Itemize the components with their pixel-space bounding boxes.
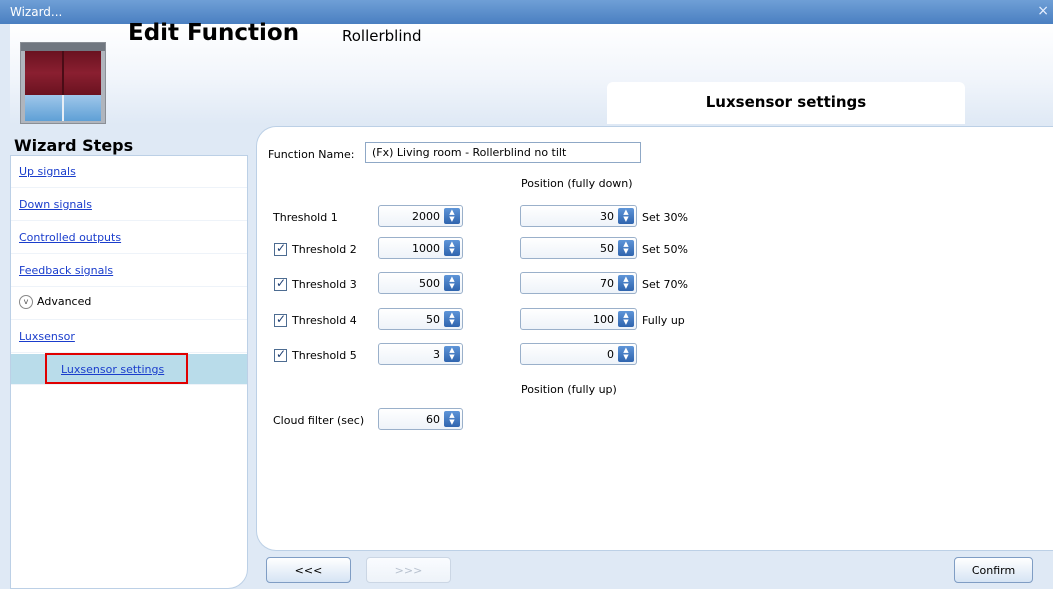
stepper-value: 100 [593,313,614,326]
stepper-value: 70 [600,277,614,290]
step-link[interactable]: Up signals [19,165,76,178]
position-1-stepper[interactable]: 30 ▲ ▼ [520,205,637,227]
step-up-signals[interactable]: Up signals [11,156,247,188]
spin-arrows-icon[interactable]: ▲ ▼ [618,240,634,256]
stepper-value: 50 [426,313,440,326]
spin-arrows-icon[interactable]: ▲ ▼ [444,208,460,224]
threshold-1-stepper[interactable]: 2000 ▲ ▼ [378,205,463,227]
step-luxsensor[interactable]: Luxsensor [11,321,247,353]
function-name-label: Function Name: [268,148,355,161]
cloud-filter-stepper[interactable]: 60 ▲ ▼ [378,408,463,430]
stepper-value: 0 [607,348,614,361]
position-down-label: Position (fully down) [521,177,633,190]
settings-panel [256,126,1053,551]
threshold-5-stepper[interactable]: 3 ▲ ▼ [378,343,463,365]
spin-arrows-icon[interactable]: ▲ ▼ [618,346,634,362]
spin-arrows-icon[interactable]: ▲ ▼ [618,275,634,291]
stepper-value: 30 [600,210,614,223]
confirm-button[interactable]: Confirm [954,557,1033,583]
step-link[interactable]: Luxsensor [19,330,75,343]
stepper-value: 500 [419,277,440,290]
step-down-signals[interactable]: Down signals [11,189,247,221]
back-button[interactable]: <<< [266,557,351,583]
step-link[interactable]: Feedback signals [19,264,113,277]
stepper-value: 2000 [412,210,440,223]
threshold-5-label: Threshold 5 [292,349,357,362]
spin-arrows-icon[interactable]: ▲ ▼ [444,240,460,256]
spin-arrows-icon[interactable]: ▲ ▼ [444,311,460,327]
threshold-3-label: Threshold 3 [292,278,357,291]
chevron-down-circle-icon[interactable]: v [19,295,33,309]
threshold-4-stepper[interactable]: 50 ▲ ▼ [378,308,463,330]
threshold-2-label: Threshold 2 [292,243,357,256]
position-3-note: Set 70% [642,278,689,291]
advanced-label: Advanced [37,295,92,308]
position-up-label: Position (fully up) [521,383,617,396]
close-icon[interactable]: × [1037,3,1049,19]
stepper-value: 60 [426,413,440,426]
spin-arrows-icon[interactable]: ▲ ▼ [618,311,634,327]
threshold-2-checkbox[interactable] [274,241,287,256]
function-name-input[interactable]: (Fx) Living room - Rollerblind no tilt [365,142,641,163]
section-tab-luxsensor-settings: Luxsensor settings [607,82,965,124]
stepper-value: 50 [600,242,614,255]
wizard-steps-title: Wizard Steps [14,136,134,155]
threshold-3-checkbox[interactable] [274,276,287,291]
position-2-note: Set 50% [642,243,689,256]
threshold-2-stepper[interactable]: 1000 ▲ ▼ [378,237,463,259]
next-button[interactable]: >>> [366,557,451,583]
page-subtitle: Rollerblind [342,27,422,45]
position-4-note: Fully up [642,314,685,327]
step-link[interactable]: Controlled outputs [19,231,121,244]
advanced-toggle[interactable]: v Advanced [11,288,247,320]
spin-arrows-icon[interactable]: ▲ ▼ [444,411,460,427]
threshold-4-checkbox[interactable] [274,312,287,327]
spin-arrows-icon[interactable]: ▲ ▼ [618,208,634,224]
threshold-3-stepper[interactable]: 500 ▲ ▼ [378,272,463,294]
stepper-value: 1000 [412,242,440,255]
window-title: Wizard... [10,5,63,19]
position-5-stepper[interactable]: 0 ▲ ▼ [520,343,637,365]
cloud-filter-label: Cloud filter (sec) [273,414,365,427]
rollerblind-window-icon [20,42,106,124]
selection-highlight-box [45,353,188,384]
threshold-1-label: Threshold 1 [273,211,338,224]
step-feedback-signals[interactable]: Feedback signals [11,255,247,287]
threshold-4-label: Threshold 4 [292,314,357,327]
threshold-5-checkbox[interactable] [274,347,287,362]
position-4-stepper[interactable]: 100 ▲ ▼ [520,308,637,330]
step-controlled-outputs[interactable]: Controlled outputs [11,222,247,254]
spin-arrows-icon[interactable]: ▲ ▼ [444,275,460,291]
step-link[interactable]: Down signals [19,198,92,211]
spin-arrows-icon[interactable]: ▲ ▼ [444,346,460,362]
page-title: Edit Function [128,20,300,46]
position-2-stepper[interactable]: 50 ▲ ▼ [520,237,637,259]
stepper-value: 3 [433,348,440,361]
position-3-stepper[interactable]: 70 ▲ ▼ [520,272,637,294]
position-1-note: Set 30% [642,211,689,224]
